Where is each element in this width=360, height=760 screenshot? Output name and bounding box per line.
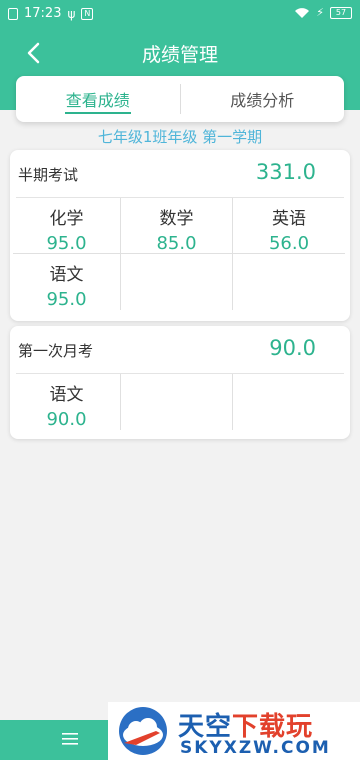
tab-label: 查看成绩 [65, 91, 130, 110]
exam-total-score: 331.0 [255, 160, 316, 184]
subject-name: 化学 [49, 209, 84, 229]
subject-score: 56.0 [268, 233, 310, 254]
nfc-icon: N [81, 7, 94, 20]
exam-header: 第一次月考 90.0 [16, 326, 344, 374]
subject-score: 95.0 [46, 289, 87, 310]
exam-header: 半期考试 331.0 [16, 150, 344, 198]
watermark-logo: 天空下载玩 SKYXZW.COM [108, 702, 360, 760]
wifi-icon [295, 7, 310, 18]
subject-score: 90.0 [46, 409, 87, 430]
sim-icon [8, 7, 18, 20]
subject-score-grid: 语文 90.0 [13, 374, 350, 430]
subject-name: 英语 [272, 209, 306, 229]
navigation-bar: 成绩管理 [0, 34, 360, 74]
exam-card-midterm[interactable]: 半期考试 331.0 化学 95.0 数学 85.0 英语 56.0 语文 95… [10, 150, 350, 321]
empty-cell [233, 374, 345, 430]
subject-score-grid: 化学 95.0 数学 85.0 英语 56.0 语文 95.0 [13, 198, 350, 310]
tab-bar: 查看成绩 成绩分析 [16, 76, 344, 122]
subject-cell: 语文 90.0 [13, 374, 121, 430]
exam-total-score: 90.0 [269, 336, 316, 360]
subject-name: 数学 [159, 209, 194, 229]
charging-icon: ⚡ [316, 6, 324, 19]
subject-cell: 化学 95.0 [13, 198, 121, 254]
empty-cell [121, 254, 233, 310]
tab-score-analysis[interactable]: 成绩分析 [181, 76, 345, 122]
subject-cell: 语文 95.0 [13, 254, 121, 310]
exam-name: 第一次月考 [18, 342, 94, 360]
tab-label: 成绩分析 [230, 91, 295, 110]
battery-level: 57 [335, 7, 347, 17]
subject-score: 95.0 [46, 233, 87, 254]
subject-cell: 英语 56.0 [233, 198, 345, 254]
empty-cell [233, 254, 345, 310]
subject-cell: 数学 85.0 [121, 198, 233, 254]
status-time: 17:23 [24, 6, 62, 21]
watermark-url: SKYXZW.COM [180, 738, 331, 758]
usb-icon: ψ [67, 6, 76, 21]
exam-name: 半期考试 [18, 166, 79, 184]
subject-score: 85.0 [156, 233, 197, 254]
tab-view-scores[interactable]: 查看成绩 [16, 76, 180, 122]
class-term-label: 七年级1班年级 第一学期 [97, 128, 263, 146]
empty-cell [121, 374, 233, 430]
menu-icon[interactable] [62, 732, 78, 746]
subject-name: 语文 [49, 265, 84, 285]
status-bar: 17:23 ψ N ⚡ 57 [0, 0, 360, 28]
battery-icon: 57 [330, 6, 352, 19]
subject-name: 语文 [49, 385, 84, 405]
exam-card-first-monthly[interactable]: 第一次月考 90.0 语文 90.0 [10, 326, 350, 439]
page-title: 成绩管理 [141, 44, 218, 66]
cloud-plane-logo-icon [119, 707, 167, 755]
